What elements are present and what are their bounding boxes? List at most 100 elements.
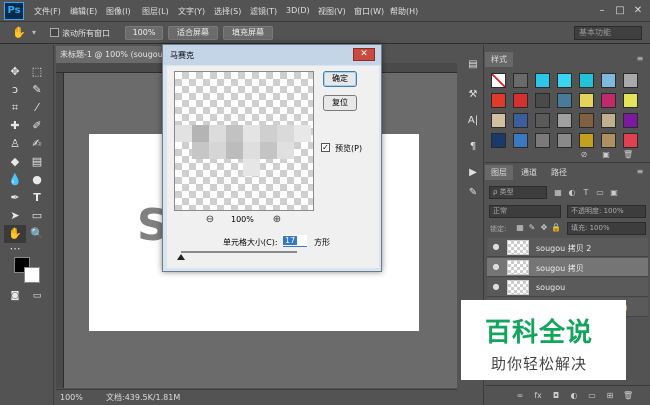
fx-icon[interactable]: fx (533, 391, 543, 401)
zoom-tool-icon[interactable]: 🔍 (26, 225, 48, 243)
menu-image[interactable]: 图像(I) (106, 6, 131, 17)
menu-edit[interactable]: 编辑(E) (70, 6, 97, 17)
style-swatch[interactable] (601, 73, 616, 88)
dialog-titlebar[interactable]: 马赛克 ✕ (163, 45, 381, 65)
menu-3d[interactable]: 3D(D) (286, 6, 310, 15)
style-swatch[interactable] (513, 113, 528, 128)
lasso-tool-icon[interactable]: ↄ (4, 81, 26, 99)
clear-style-icon[interactable]: ⊘ (579, 150, 589, 160)
style-swatch[interactable] (513, 73, 528, 88)
shape-tool-icon[interactable]: ▭ (26, 207, 48, 225)
gradient-tool-icon[interactable]: ▤ (26, 153, 48, 171)
blur-tool-icon[interactable]: 💧 (4, 171, 26, 189)
brush-tool-icon[interactable]: ✐ (26, 117, 48, 135)
lock-all-icon[interactable]: 🔒 (551, 223, 561, 233)
link-layers-icon[interactable]: ∞ (515, 391, 525, 401)
history-panel-icon[interactable]: ▤ (465, 57, 481, 73)
workspace-select[interactable]: 基本功能 (574, 26, 642, 40)
visibility-eye-icon[interactable]: ● (491, 242, 501, 252)
style-swatch[interactable] (623, 73, 638, 88)
tab-channels[interactable]: 通道 (515, 165, 543, 180)
opacity-control[interactable]: 不透明度: 100% (567, 205, 646, 218)
marquee-tool-icon[interactable]: ⬚ (26, 63, 48, 81)
style-swatch[interactable] (557, 93, 572, 108)
style-swatch[interactable] (557, 73, 572, 88)
menu-file[interactable]: 文件(F) (34, 6, 61, 17)
adjustment-layer-icon[interactable]: ◐ (569, 391, 579, 401)
tool-preset-dropdown-icon[interactable]: ▾ (32, 28, 36, 37)
style-swatch[interactable] (579, 113, 594, 128)
cell-size-input[interactable]: 17 (283, 235, 307, 247)
crop-tool-icon[interactable]: ⌗ (4, 99, 26, 117)
style-swatch[interactable] (491, 73, 506, 88)
visibility-eye-icon[interactable]: ● (491, 282, 501, 292)
style-swatch[interactable] (623, 93, 638, 108)
layer-row[interactable]: ● sougou 拷贝 2 (487, 238, 648, 257)
character-panel-icon[interactable]: A| (465, 113, 481, 129)
preview-checkbox[interactable]: ✓ (321, 143, 330, 152)
fill-control[interactable]: 填充: 100% (567, 222, 646, 235)
quick-mask-icon[interactable]: ◙ (4, 287, 26, 305)
style-swatch[interactable] (513, 93, 528, 108)
zoom-in-icon[interactable]: ⊕ (271, 214, 283, 226)
menu-view[interactable]: 视图(V) (318, 6, 346, 17)
fill-screen-button[interactable]: 填充屏幕 (223, 26, 273, 40)
ok-button[interactable]: 确定 (323, 71, 357, 87)
close-icon[interactable]: ✕ (632, 5, 644, 16)
style-swatch[interactable] (491, 133, 506, 148)
hand-tool-icon[interactable]: ✋ (8, 24, 30, 42)
style-swatch[interactable] (557, 113, 572, 128)
pen-tool-icon[interactable]: ✒ (4, 189, 26, 207)
filter-shape-icon[interactable]: ▭ (595, 188, 605, 198)
visibility-eye-icon[interactable]: ● (491, 262, 501, 272)
style-swatch[interactable] (579, 133, 594, 148)
style-swatch[interactable] (601, 93, 616, 108)
style-swatch[interactable] (535, 93, 550, 108)
layer-kind-filter[interactable]: ρ 类型 (489, 186, 547, 199)
screen-mode-icon[interactable]: ▭ (26, 287, 48, 305)
menu-filter[interactable]: 滤镜(T) (250, 6, 277, 17)
document-tab[interactable]: 未标题-1 @ 100% (sougou 拷... (56, 46, 164, 63)
lock-position-icon[interactable]: ✥ (539, 223, 549, 233)
style-swatch[interactable] (623, 113, 638, 128)
maximize-icon[interactable]: □ (614, 5, 626, 16)
move-tool-icon[interactable]: ✥ (4, 63, 26, 81)
quick-select-tool-icon[interactable]: ✎ (26, 81, 48, 99)
layer-mask-icon[interactable]: ◘ (551, 391, 561, 401)
more-tools-icon[interactable]: ⋯ (4, 240, 26, 258)
history-brush-tool-icon[interactable]: ✍ (26, 135, 48, 153)
cell-size-slider-thumb[interactable] (177, 254, 185, 260)
filter-pixel-icon[interactable]: ▦ (553, 188, 563, 198)
healing-tool-icon[interactable]: ✚ (4, 117, 26, 135)
lock-transparent-icon[interactable]: ▦ (515, 223, 525, 233)
style-swatch[interactable] (535, 73, 550, 88)
menu-help[interactable]: 帮助(H) (390, 6, 418, 17)
tab-styles[interactable]: 样式 (485, 52, 513, 67)
delete-layer-icon[interactable]: 🗑 (623, 391, 633, 401)
cell-size-slider[interactable] (181, 251, 297, 253)
layer-row[interactable]: ● sougou (487, 278, 648, 297)
style-swatch[interactable] (491, 113, 506, 128)
menu-select[interactable]: 选择(S) (214, 6, 241, 17)
background-color-swatch[interactable] (24, 267, 40, 283)
lock-image-icon[interactable]: ✎ (527, 223, 537, 233)
reset-button[interactable]: 复位 (323, 95, 357, 111)
style-swatch[interactable] (623, 133, 638, 148)
zoom-out-icon[interactable]: ⊖ (204, 214, 216, 226)
style-swatch[interactable] (535, 133, 550, 148)
filter-adjust-icon[interactable]: ◐ (567, 188, 577, 198)
dialog-close-icon[interactable]: ✕ (353, 48, 375, 61)
path-select-tool-icon[interactable]: ➤ (4, 207, 26, 225)
filter-smart-icon[interactable]: ▣ (609, 188, 619, 198)
tool-presets-panel-icon[interactable]: ✎ (465, 185, 481, 201)
style-swatch[interactable] (579, 93, 594, 108)
new-group-icon[interactable]: ▭ (587, 391, 597, 401)
paragraph-panel-icon[interactable]: ¶ (465, 139, 481, 155)
tab-paths[interactable]: 路径 (545, 165, 573, 180)
scroll-all-checkbox[interactable] (50, 28, 59, 37)
layer-row[interactable]: ● sougou 拷贝 (487, 258, 648, 277)
eyedropper-tool-icon[interactable]: ⁄ (26, 99, 48, 117)
style-swatch[interactable] (513, 133, 528, 148)
layers-menu-icon[interactable]: ≡ (635, 167, 645, 177)
style-swatch[interactable] (491, 93, 506, 108)
